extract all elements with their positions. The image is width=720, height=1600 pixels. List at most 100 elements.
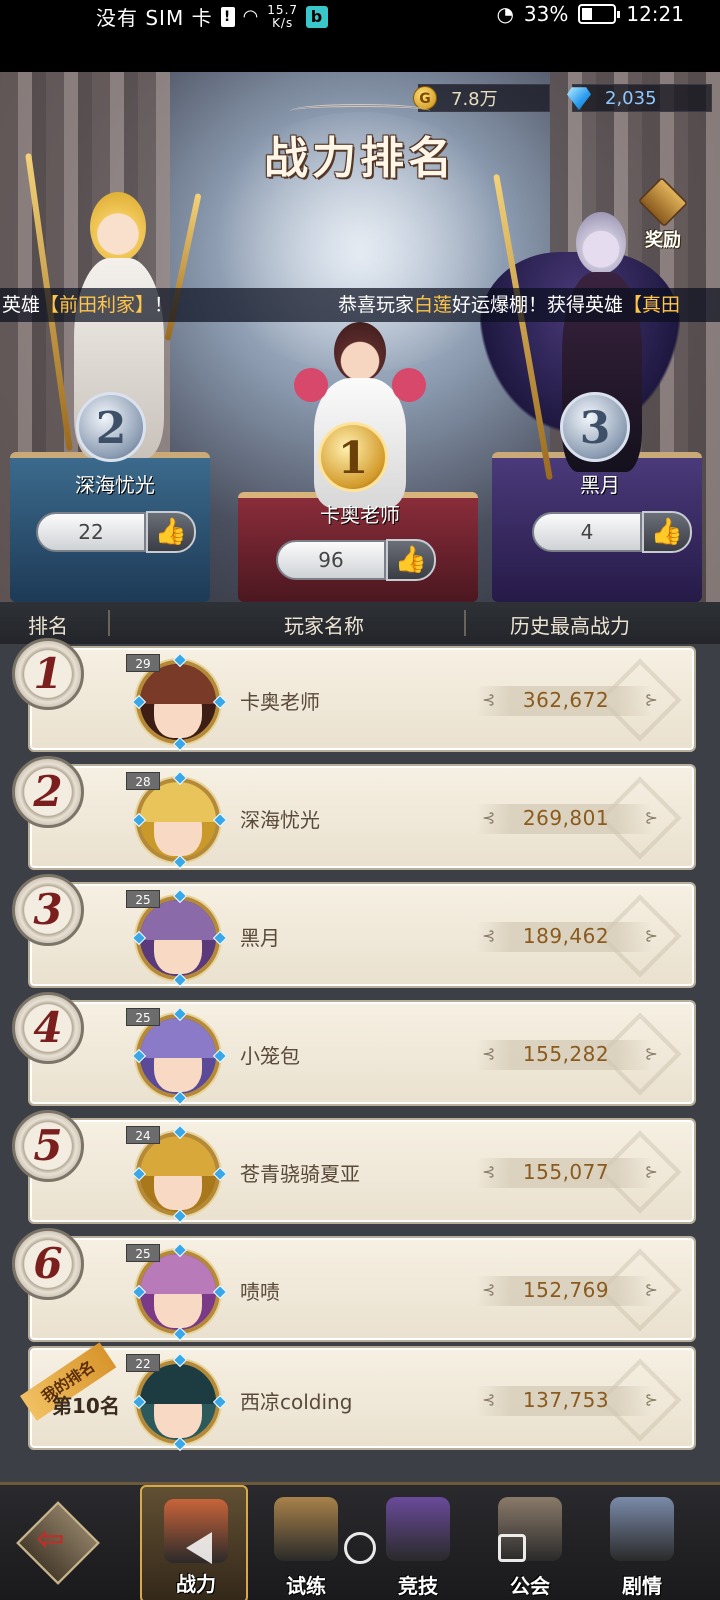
nav-tab-4[interactable]: 公会: [476, 1485, 584, 1600]
table-row[interactable]: 2 28 深海忧光 ⊰ 269,801 ⊱: [12, 756, 694, 870]
player-name: 苍青骁骑夏亚: [240, 1162, 360, 1186]
my-ranking-row[interactable]: 我的排名 第10名 22 西凉colding ⊰ 137,753 ⊱: [20, 1342, 694, 1452]
rank-medal: 5: [12, 1110, 84, 1182]
my-rank-text: 第10名: [52, 1394, 120, 1418]
gem-amount: 2,035: [605, 87, 657, 109]
power-value-box: ⊰ 152,769 ⊱: [476, 1276, 658, 1306]
rank-medal: 1: [12, 638, 84, 710]
ornament-icon: ⊰: [482, 808, 496, 827]
like-widget-first: 96 👍: [276, 538, 436, 582]
player-name: 深海忧光: [240, 808, 320, 832]
glove-icon: [294, 368, 328, 402]
player-avatar[interactable]: 28: [126, 770, 228, 870]
ornament-icon: ⊰: [482, 926, 496, 945]
battery-percent: 33%: [523, 2, 569, 26]
ornament-icon: ⊱: [644, 808, 658, 827]
power-value: 155,282: [522, 1042, 610, 1066]
power-icon: [164, 1499, 228, 1563]
nav-tab-3[interactable]: 竞技: [364, 1485, 472, 1600]
header-rank: 排名: [28, 614, 68, 638]
player-level: 29: [126, 654, 160, 672]
player-level: 25: [126, 1008, 160, 1026]
banner-icon: [386, 1497, 450, 1561]
podium-name-second: 深海忧光: [75, 473, 155, 497]
power-value-box: ⊰ 269,801 ⊱: [476, 804, 658, 834]
ornament-icon: ⊱: [644, 1390, 658, 1409]
title-banner: 战力排名: [240, 104, 480, 184]
nav-tab-1[interactable]: 战力: [140, 1485, 248, 1600]
power-value: 137,753: [522, 1388, 610, 1412]
alert-icon: !: [220, 6, 235, 27]
player-level: 25: [126, 890, 160, 908]
ornament-icon: ⊰: [482, 1162, 496, 1181]
nav-label: 试练: [286, 1574, 326, 1598]
thumbs-up-button[interactable]: 👍: [386, 539, 436, 581]
nav-tab-2[interactable]: 试练: [252, 1485, 360, 1600]
table-row[interactable]: 4 25 小笼包 ⊰ 155,282 ⊱: [12, 992, 694, 1106]
ornament-icon: ⊰: [482, 1390, 496, 1409]
announcement-marquee: 英雄【前田利家】！ 恭喜玩家白莲好运爆棚！获得英雄【真田: [0, 288, 720, 322]
player-name: 西凉colding: [240, 1390, 353, 1414]
power-value-box: ⊰ 155,077 ⊱: [476, 1158, 658, 1188]
rank-medal-third: 3: [560, 392, 630, 462]
ornament-icon: ⊰: [482, 1044, 496, 1063]
ornament-icon: ⊱: [644, 1162, 658, 1181]
wifi-icon: ◠: [242, 6, 260, 27]
rank-medal-first: 1: [318, 422, 388, 492]
rank-medal: 4: [12, 992, 84, 1064]
table-row[interactable]: 3 25 黑月 ⊰ 189,462 ⊱: [12, 874, 694, 988]
player-level: 25: [126, 1244, 160, 1262]
table-row[interactable]: 1 29 卡奥老师 ⊰ 362,672 ⊱: [12, 638, 694, 752]
power-value: 362,672: [522, 688, 610, 712]
table-row[interactable]: 6 25 啧啧 ⊰ 152,769 ⊱: [12, 1228, 694, 1342]
net-speed: 15.7 K/s: [267, 2, 299, 30]
power-value-box: ⊰ 137,753 ⊱: [476, 1386, 658, 1416]
ornament-icon: ⊰: [482, 690, 496, 709]
title-ornament: [290, 104, 430, 118]
player-avatar[interactable]: 22: [126, 1352, 228, 1452]
header-power: 历史最高战力: [510, 614, 630, 638]
glove-icon: [392, 368, 426, 402]
nav-label: 战力: [176, 1572, 216, 1596]
exit-icon: ⇦: [36, 1519, 65, 1559]
like-count: 4: [532, 512, 642, 552]
podium-name-third: 黑月: [580, 473, 620, 497]
nav-label: 公会: [510, 1574, 550, 1598]
bottom-nav: ⇦ 战力 试练 竞技 公会 剧情: [0, 1482, 720, 1600]
rank-medal: 2: [12, 756, 84, 828]
exit-button[interactable]: ⇦: [0, 1485, 120, 1600]
header-player-name: 玩家名称: [284, 614, 364, 638]
thumbs-up-icon: 👍: [154, 517, 188, 547]
like-widget-second: 22 👍: [36, 510, 196, 554]
thumbs-up-button[interactable]: 👍: [146, 511, 196, 553]
battery-fill: [582, 8, 593, 20]
nav-label: 竞技: [398, 1574, 438, 1598]
table-row[interactable]: 5 24 苍青骁骑夏亚 ⊰ 155,077 ⊱: [12, 1110, 694, 1224]
clock: 12:21: [626, 2, 684, 26]
nav-tab-5[interactable]: 剧情: [588, 1485, 696, 1600]
player-level: 22: [126, 1354, 160, 1372]
carrier-label: 没有 SIM 卡: [96, 6, 213, 30]
guild-icon: [498, 1497, 562, 1561]
player-name: 黑月: [240, 926, 280, 950]
power-value-box: ⊰ 155,282 ⊱: [476, 1040, 658, 1070]
page-title: 战力排名: [264, 133, 456, 184]
player-avatar[interactable]: 29: [126, 652, 228, 752]
thumbs-up-icon: 👍: [650, 517, 684, 547]
player-avatar[interactable]: 25: [126, 1242, 228, 1342]
podium-name-first: 卡奥老师: [320, 503, 400, 527]
ornament-icon: ⊱: [644, 1044, 658, 1063]
gem-counter[interactable]: 2,035: [567, 84, 712, 112]
thumbs-up-button[interactable]: 👍: [642, 511, 692, 553]
status-right: ◔ 33% 12:21: [496, 2, 684, 26]
player-avatar[interactable]: 25: [126, 1006, 228, 1106]
player-level: 28: [126, 772, 160, 790]
status-bar: 没有 SIM 卡 ! ◠ 15.7 K/s b ◔ 33% 12:21: [0, 0, 720, 72]
power-value-box: ⊰ 189,462 ⊱: [476, 922, 658, 952]
player-avatar[interactable]: 24: [126, 1124, 228, 1224]
player-avatar[interactable]: 25: [126, 888, 228, 988]
like-widget-third: 4 👍: [532, 510, 692, 554]
status-left: 没有 SIM 卡 ! ◠ 15.7 K/s b: [96, 2, 329, 31]
power-value-box: ⊰ 362,672 ⊱: [476, 686, 658, 716]
power-value: 155,077: [522, 1160, 610, 1184]
